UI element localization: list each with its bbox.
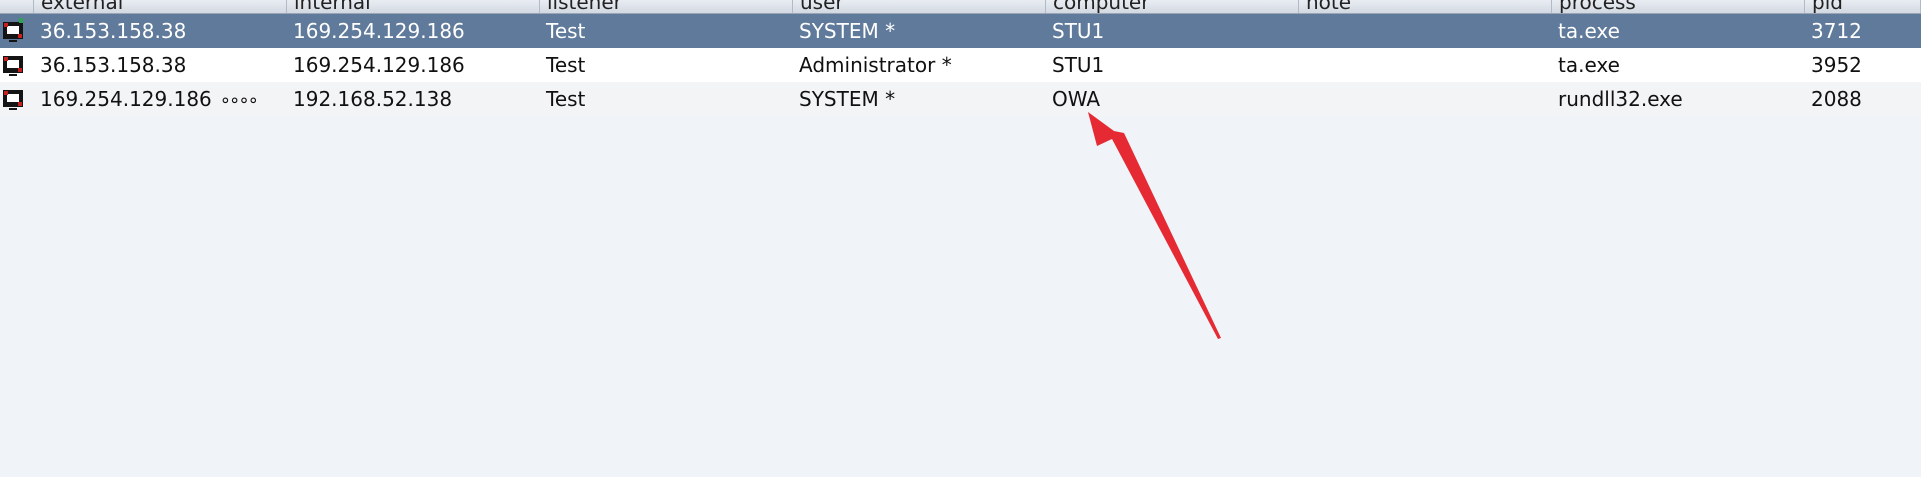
column-header-note-label: note bbox=[1306, 0, 1352, 13]
cell-computer: OWA bbox=[1052, 87, 1101, 111]
session-icon bbox=[0, 82, 34, 116]
cell-external-value: 169.254.129.186 bbox=[40, 87, 212, 111]
cell-pid: 3952 bbox=[1811, 53, 1862, 77]
session-icon bbox=[0, 48, 34, 82]
cell-listener: Test bbox=[546, 87, 586, 111]
cell-external: 36.153.158.38 bbox=[40, 53, 187, 77]
column-header-process[interactable]: process bbox=[1552, 0, 1805, 13]
cell-listener: Test bbox=[546, 19, 586, 43]
column-header-external-label: external bbox=[41, 0, 124, 13]
pivot-link-icon: ∘∘∘∘ bbox=[219, 90, 259, 111]
column-header-internal[interactable]: internal bbox=[287, 0, 540, 13]
cell-process: ta.exe bbox=[1558, 53, 1620, 77]
cell-internal: 169.254.129.186 bbox=[293, 53, 465, 77]
cell-listener: Test bbox=[546, 53, 586, 77]
cell-user: SYSTEM * bbox=[799, 87, 896, 111]
cell-pid: 2088 bbox=[1811, 87, 1862, 111]
column-header-note[interactable]: note bbox=[1299, 0, 1552, 13]
column-header-internal-label: internal bbox=[294, 0, 371, 13]
column-header-icon[interactable] bbox=[0, 0, 34, 13]
column-header-computer-label: computer bbox=[1053, 0, 1150, 13]
cell-internal: 169.254.129.186 bbox=[293, 19, 465, 43]
table-row[interactable]: 169.254.129.186 ∘∘∘∘ 192.168.52.138 Test … bbox=[0, 82, 1921, 116]
cell-computer: STU1 bbox=[1052, 19, 1105, 43]
cell-process: ta.exe bbox=[1558, 19, 1620, 43]
cell-pid: 3712 bbox=[1811, 19, 1862, 43]
session-icon bbox=[0, 14, 34, 48]
cell-user: SYSTEM * bbox=[799, 19, 896, 43]
cell-user: Administrator * bbox=[799, 53, 952, 77]
session-table: 36.153.158.38 169.254.129.186 Test SYSTE… bbox=[0, 14, 1921, 116]
column-header-external[interactable]: external bbox=[34, 0, 287, 13]
table-row[interactable]: 36.153.158.38 169.254.129.186 Test Admin… bbox=[0, 48, 1921, 82]
column-header-computer[interactable]: computer bbox=[1046, 0, 1299, 13]
cell-process: rundll32.exe bbox=[1558, 87, 1683, 111]
cell-note bbox=[1299, 82, 1552, 116]
column-header-process-label: process bbox=[1559, 0, 1636, 13]
column-header-listener[interactable]: listener bbox=[540, 0, 793, 13]
column-header-user[interactable]: user bbox=[793, 0, 1046, 13]
cell-note bbox=[1299, 48, 1552, 82]
column-header-pid-label: pid bbox=[1812, 0, 1843, 13]
column-header-user-label: user bbox=[800, 0, 844, 13]
table-row[interactable]: 36.153.158.38 169.254.129.186 Test SYSTE… bbox=[0, 14, 1921, 48]
cell-external: 36.153.158.38 bbox=[40, 19, 187, 43]
cell-note bbox=[1299, 14, 1552, 48]
column-header-pid[interactable]: pid bbox=[1805, 0, 1921, 13]
cell-external: 169.254.129.186 ∘∘∘∘ bbox=[34, 82, 287, 116]
cell-internal: 192.168.52.138 bbox=[293, 87, 453, 111]
column-header: external internal listener user computer… bbox=[0, 0, 1921, 14]
column-header-listener-label: listener bbox=[547, 0, 622, 13]
cell-computer: STU1 bbox=[1052, 53, 1105, 77]
